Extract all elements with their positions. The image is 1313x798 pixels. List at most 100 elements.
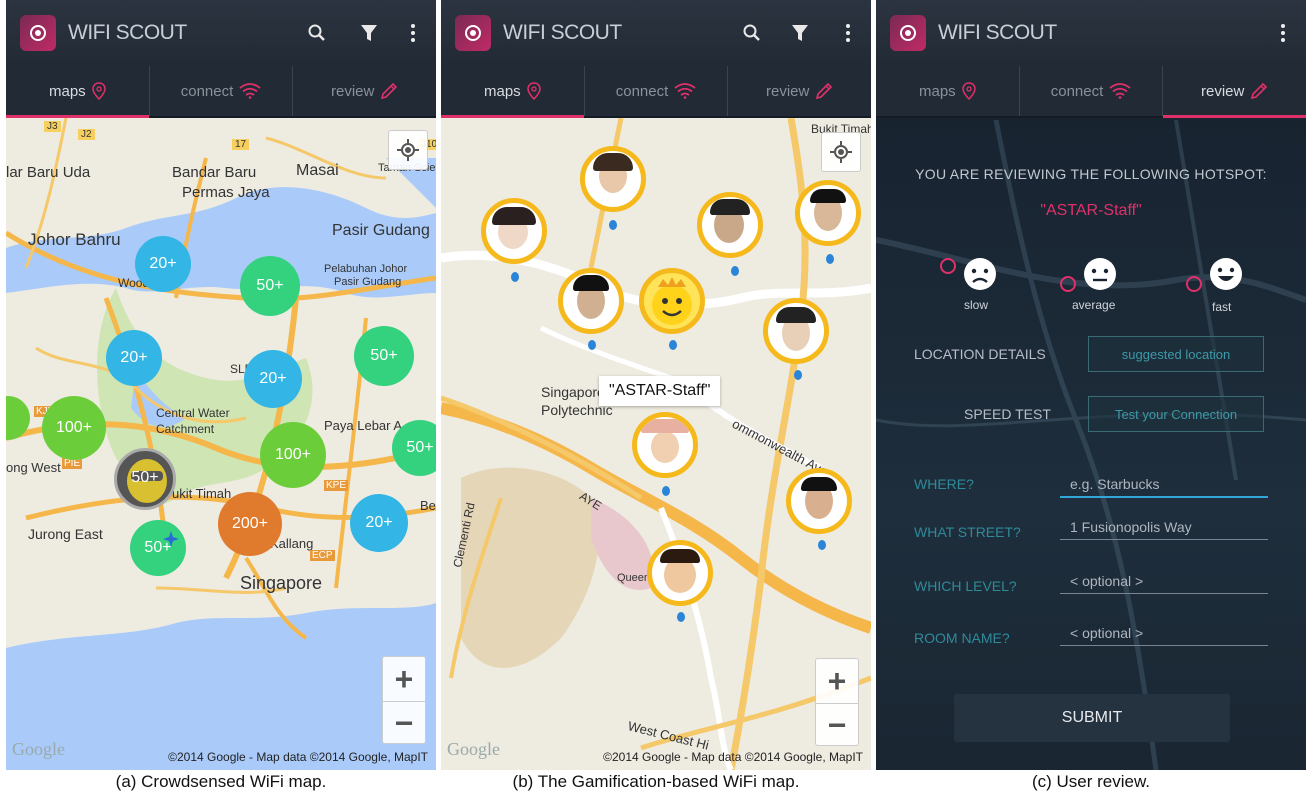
app-logo-icon[interactable] xyxy=(20,15,56,51)
place-label: Permas Jaya xyxy=(182,184,270,201)
place-label: Jurong East xyxy=(28,526,103,542)
map-pin-icon xyxy=(91,82,106,100)
hotspot-cluster[interactable]: 50+ xyxy=(354,326,414,386)
test-connection-button[interactable]: Test your Connection xyxy=(1088,396,1264,432)
user-avatar-hotspot[interactable] xyxy=(481,198,547,264)
tab-review-label: review xyxy=(1201,82,1245,100)
user-avatar-hotspot[interactable] xyxy=(558,268,624,334)
user-avatar-hotspot[interactable] xyxy=(763,298,829,364)
crosshair-icon xyxy=(830,141,852,163)
my-location-button[interactable] xyxy=(388,130,428,170)
panel-crowdsensed-map: WIFI SCOUT maps connect review J3 J2 17 … xyxy=(6,0,436,770)
zoom-controls: + − xyxy=(382,656,426,744)
app-title: WIFI SCOUT xyxy=(68,21,187,44)
user-avatar-hotspot[interactable] xyxy=(697,192,763,258)
cluster-count: 50+ xyxy=(131,469,159,486)
tab-review[interactable]: review xyxy=(1162,66,1306,118)
tab-connect-label: connect xyxy=(180,82,234,100)
tab-maps[interactable]: maps xyxy=(876,66,1019,116)
place-label: 17 xyxy=(232,139,250,150)
speed-radio-slow[interactable] xyxy=(940,258,956,274)
overflow-menu-icon[interactable] xyxy=(1268,18,1298,48)
place-label: lar Baru Uda xyxy=(6,164,91,181)
app-bar: WIFI SCOUT xyxy=(876,0,1306,66)
app-logo-icon[interactable] xyxy=(455,15,491,51)
level-input[interactable]: < optional > xyxy=(1060,568,1268,594)
place-label: Masai xyxy=(296,162,339,179)
google-logo: Google xyxy=(447,739,500,759)
sad-face-icon xyxy=(964,258,996,290)
place-label: KPE xyxy=(324,480,349,491)
place-label: Singapore xyxy=(541,384,605,400)
user-avatar-hotspot[interactable] xyxy=(786,468,852,534)
place-label: Bandar Baru xyxy=(172,164,257,181)
review-form: YOU ARE REVIEWING THE FOLLOWING HOTSPOT:… xyxy=(876,120,1306,770)
user-avatar-hotspot[interactable] xyxy=(632,412,698,478)
zoom-in-button[interactable]: + xyxy=(816,659,858,703)
hotspot-cluster[interactable]: 200+ xyxy=(218,492,282,556)
zoom-in-button[interactable]: + xyxy=(383,657,425,701)
room-input[interactable]: < optional > xyxy=(1060,620,1268,646)
hotspot-cluster[interactable]: 100+ xyxy=(260,422,326,488)
overflow-menu-icon[interactable] xyxy=(833,18,863,48)
my-location-button[interactable] xyxy=(821,132,861,172)
tab-connect[interactable]: connect xyxy=(583,66,728,116)
map-attribution: ©2014 Google - Map data ©2014 Google, Ma… xyxy=(603,750,863,764)
filter-icon[interactable] xyxy=(354,18,384,48)
wifi-icon xyxy=(1109,83,1131,99)
hotspot-cluster[interactable]: 100+ xyxy=(42,396,106,460)
crowned-avatar-hotspot[interactable] xyxy=(639,268,705,334)
speed-option-label: average xyxy=(1072,298,1116,312)
speed-radio-average[interactable] xyxy=(1060,276,1076,292)
pin-icon xyxy=(662,486,670,496)
pin-icon xyxy=(511,272,519,282)
hotspot-cluster[interactable]: 20+ xyxy=(106,330,162,386)
hotspot-cluster[interactable]: 50+ xyxy=(240,256,300,316)
wifi-icon xyxy=(674,83,696,99)
search-icon[interactable] xyxy=(302,18,332,48)
where-label: WHERE? xyxy=(914,476,974,492)
map-view[interactable]: Bukit Timah Singapore Polytechnic ommonw… xyxy=(441,118,871,770)
hotspot-cluster[interactable]: 20+ xyxy=(350,494,408,552)
user-avatar-cluster[interactable]: 50+ xyxy=(114,448,176,510)
search-icon[interactable] xyxy=(737,18,767,48)
suggested-location-button[interactable]: suggested location xyxy=(1088,336,1264,372)
current-location-icon xyxy=(163,531,179,547)
app-title: WIFI SCOUT xyxy=(938,21,1057,44)
submit-button[interactable]: SUBMIT xyxy=(954,694,1230,742)
hotspot-cluster[interactable]: 20+ xyxy=(135,236,191,292)
app-logo-icon[interactable] xyxy=(890,15,926,51)
pencil-icon xyxy=(381,82,398,100)
tab-review[interactable]: review xyxy=(727,66,871,116)
hotspot-cluster[interactable]: 50+ xyxy=(130,520,186,576)
pin-icon xyxy=(794,370,802,380)
hotspot-info-label[interactable]: "ASTAR-Staff" xyxy=(599,376,721,406)
zoom-out-button[interactable]: − xyxy=(383,701,425,745)
pencil-icon xyxy=(1251,82,1268,100)
user-avatar-hotspot[interactable] xyxy=(647,540,713,606)
review-heading: YOU ARE REVIEWING THE FOLLOWING HOTSPOT: xyxy=(915,166,1267,182)
tab-maps[interactable]: maps xyxy=(6,66,149,118)
tab-review-label: review xyxy=(331,82,375,100)
speed-radio-fast[interactable] xyxy=(1186,276,1202,292)
map-view[interactable]: J3 J2 17 J10 lar Baru Uda Bandar Baru Pe… xyxy=(6,118,436,770)
overflow-menu-icon[interactable] xyxy=(398,18,428,48)
user-avatar-hotspot[interactable] xyxy=(795,180,861,246)
street-input[interactable]: 1 Fusionopolis Way xyxy=(1060,514,1268,540)
where-input[interactable]: e.g. Starbucks xyxy=(1060,472,1268,498)
wifi-icon xyxy=(239,83,261,99)
filter-icon[interactable] xyxy=(785,18,815,48)
app-bar: WIFI SCOUT xyxy=(6,0,436,66)
zoom-out-button[interactable]: − xyxy=(816,703,858,747)
place-label: J3 xyxy=(44,121,61,132)
user-avatar-hotspot[interactable] xyxy=(580,146,646,212)
tab-review[interactable]: review xyxy=(292,66,436,116)
tab-maps[interactable]: maps xyxy=(441,66,584,118)
neutral-face-icon xyxy=(1084,258,1116,290)
pin-icon xyxy=(677,612,685,622)
hotspot-cluster[interactable]: 20+ xyxy=(244,350,302,408)
tab-connect[interactable]: connect xyxy=(148,66,293,116)
caption-c: (c) User review. xyxy=(1031,772,1151,791)
tab-connect[interactable]: connect xyxy=(1018,66,1163,116)
level-label: WHICH LEVEL? xyxy=(914,578,1017,594)
